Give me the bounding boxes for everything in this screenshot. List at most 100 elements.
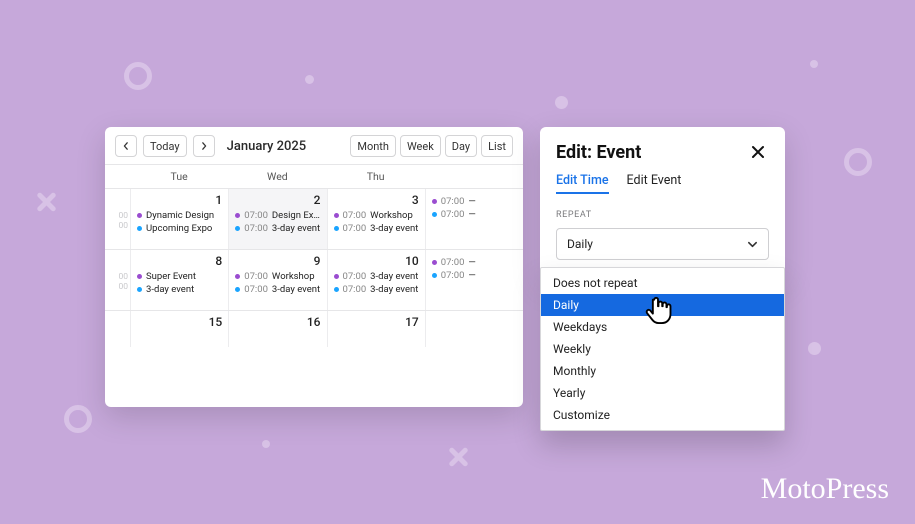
event-title: Workshop [272, 270, 315, 283]
event-dot-icon [137, 226, 142, 231]
event-time: 07:00 [343, 270, 367, 283]
event-title: 3-day event [272, 283, 320, 296]
calendar-body: 00001Dynamic DesignUpcoming Expo207:00De… [105, 189, 523, 347]
day-header: Wed [228, 165, 326, 188]
gutter-cell: 0000 [105, 189, 130, 249]
calendar-day-cell[interactable]: 8 Super Event3-day event [130, 250, 228, 310]
event-dot-icon [235, 226, 240, 231]
bg-dot-4 [808, 342, 821, 355]
event-time: 07:00 [244, 283, 268, 296]
calendar-event[interactable]: 07:003-day event [235, 222, 322, 235]
calendar-day-cell[interactable]: 07:00—07:00— [425, 189, 523, 249]
day-number: 3 [334, 193, 421, 207]
event-title: — [468, 208, 475, 221]
close-button[interactable] [747, 141, 769, 163]
gutter-cell: 0000 [105, 250, 130, 310]
calendar-event[interactable]: 07:00 Workshop [235, 270, 322, 283]
bg-ring-2 [64, 405, 92, 433]
bg-x-1 [36, 192, 56, 212]
calendar-day-cell[interactable]: 10 07:003-day event07:003-day event [327, 250, 425, 310]
calendar-event[interactable]: Super Event [137, 270, 224, 283]
repeat-label: REPEAT [556, 210, 769, 220]
chevron-right-icon [200, 142, 208, 150]
repeat-option[interactable]: Daily [541, 294, 784, 316]
today-button[interactable]: Today [143, 135, 187, 157]
calendar-row: 00001Dynamic DesignUpcoming Expo207:00De… [105, 189, 523, 250]
calendar-day-cell[interactable] [425, 311, 523, 347]
repeat-option[interactable]: Monthly [541, 360, 784, 382]
bg-dot-1 [305, 75, 314, 84]
calendar-event[interactable]: 07:003-day event [334, 270, 421, 283]
event-dot-icon [235, 274, 240, 279]
view-day-button[interactable]: Day [445, 135, 477, 157]
modal-title: Edit: Event [556, 142, 641, 163]
calendar-event[interactable]: 3-day event [137, 283, 224, 296]
calendar-day-cell[interactable]: 207:00Design Expo07:003-day event [228, 189, 326, 249]
calendar-event[interactable]: 07:00— [432, 256, 519, 269]
view-week-button[interactable]: Week [400, 135, 441, 157]
calendar-toolbar: Today January 2025 Month Week Day List [105, 127, 523, 164]
calendar-event[interactable]: 07:00Workshop [334, 209, 421, 222]
calendar-day-cell[interactable]: 07:00—07:00— [425, 250, 523, 310]
calendar-title: January 2025 [227, 139, 307, 154]
calendar-day-cell[interactable]: 16 [228, 311, 326, 347]
calendar-event[interactable]: 07:003-day event [334, 222, 421, 235]
repeat-selected-value: Daily [567, 237, 593, 251]
repeat-option[interactable]: Yearly [541, 382, 784, 404]
calendar-day-cell[interactable]: 15 [130, 311, 228, 347]
day-header: Tue [130, 165, 228, 188]
event-title: 3-day event [370, 270, 418, 283]
calendar-day-cell[interactable]: 1Dynamic DesignUpcoming Expo [130, 189, 228, 249]
repeat-option[interactable]: Customize [541, 404, 784, 426]
event-dot-icon [432, 273, 437, 278]
calendar-row: 00008Super Event3-day event907:00Worksho… [105, 250, 523, 311]
calendar-day-cell[interactable]: 17 [327, 311, 425, 347]
event-time: 07:00 [244, 209, 268, 222]
event-time: 07:00 [244, 270, 268, 283]
calendar-event[interactable]: 07:003-day event [334, 283, 421, 296]
calendar-event[interactable]: 07:00Design Expo [235, 209, 322, 222]
event-time: 07:00 [244, 222, 268, 235]
calendar-card: Today January 2025 Month Week Day List T… [105, 127, 523, 407]
event-time: 07:00 [343, 283, 367, 296]
calendar-event[interactable]: 07:00— [432, 195, 519, 208]
event-dot-icon [432, 260, 437, 265]
calendar-day-cell[interactable]: 907:00Workshop07:003-day event [228, 250, 326, 310]
event-title: Workshop [370, 209, 413, 222]
calendar-event[interactable]: Upcoming Expo [137, 222, 224, 235]
calendar-day-headers: Tue Wed Thu [105, 164, 523, 189]
event-title: — [468, 195, 475, 208]
calendar-day-cell[interactable]: 3 07:00Workshop07:003-day event [327, 189, 425, 249]
event-dot-icon [235, 287, 240, 292]
event-time: 07:00 [441, 195, 465, 208]
view-month-button[interactable]: Month [350, 135, 396, 157]
day-number: 16 [235, 315, 322, 329]
event-title: Dynamic Design [146, 209, 214, 222]
repeat-select[interactable]: Daily [556, 228, 769, 260]
prev-button[interactable] [115, 135, 137, 157]
event-dot-icon [334, 226, 339, 231]
bg-ring-3 [844, 148, 872, 176]
repeat-option[interactable]: Weekdays [541, 316, 784, 338]
repeat-dropdown[interactable]: Does not repeatDailyWeekdaysWeeklyMonthl… [540, 267, 785, 431]
calendar-row: 15 16 17 [105, 311, 523, 347]
bg-x-2 [448, 447, 468, 467]
calendar-event[interactable]: Dynamic Design [137, 209, 224, 222]
event-title: — [468, 256, 475, 269]
day-number: 10 [334, 254, 421, 268]
event-dot-icon [137, 287, 142, 292]
calendar-event[interactable]: 07:00— [432, 269, 519, 282]
bg-dot-3 [810, 60, 818, 68]
day-number: 8 [137, 254, 224, 268]
event-title: Super Event [146, 270, 196, 283]
calendar-event[interactable]: 07:00 3-day event [235, 283, 322, 296]
day-number: 15 [137, 315, 224, 329]
tab-edit-event[interactable]: Edit Event [627, 173, 682, 194]
calendar-event[interactable]: 07:00— [432, 208, 519, 221]
repeat-option[interactable]: Does not repeat [541, 272, 784, 294]
view-list-button[interactable]: List [481, 135, 513, 157]
repeat-option[interactable]: Weekly [541, 338, 784, 360]
next-button[interactable] [193, 135, 215, 157]
tab-edit-time[interactable]: Edit Time [556, 173, 609, 194]
bg-ring-1 [124, 62, 152, 90]
